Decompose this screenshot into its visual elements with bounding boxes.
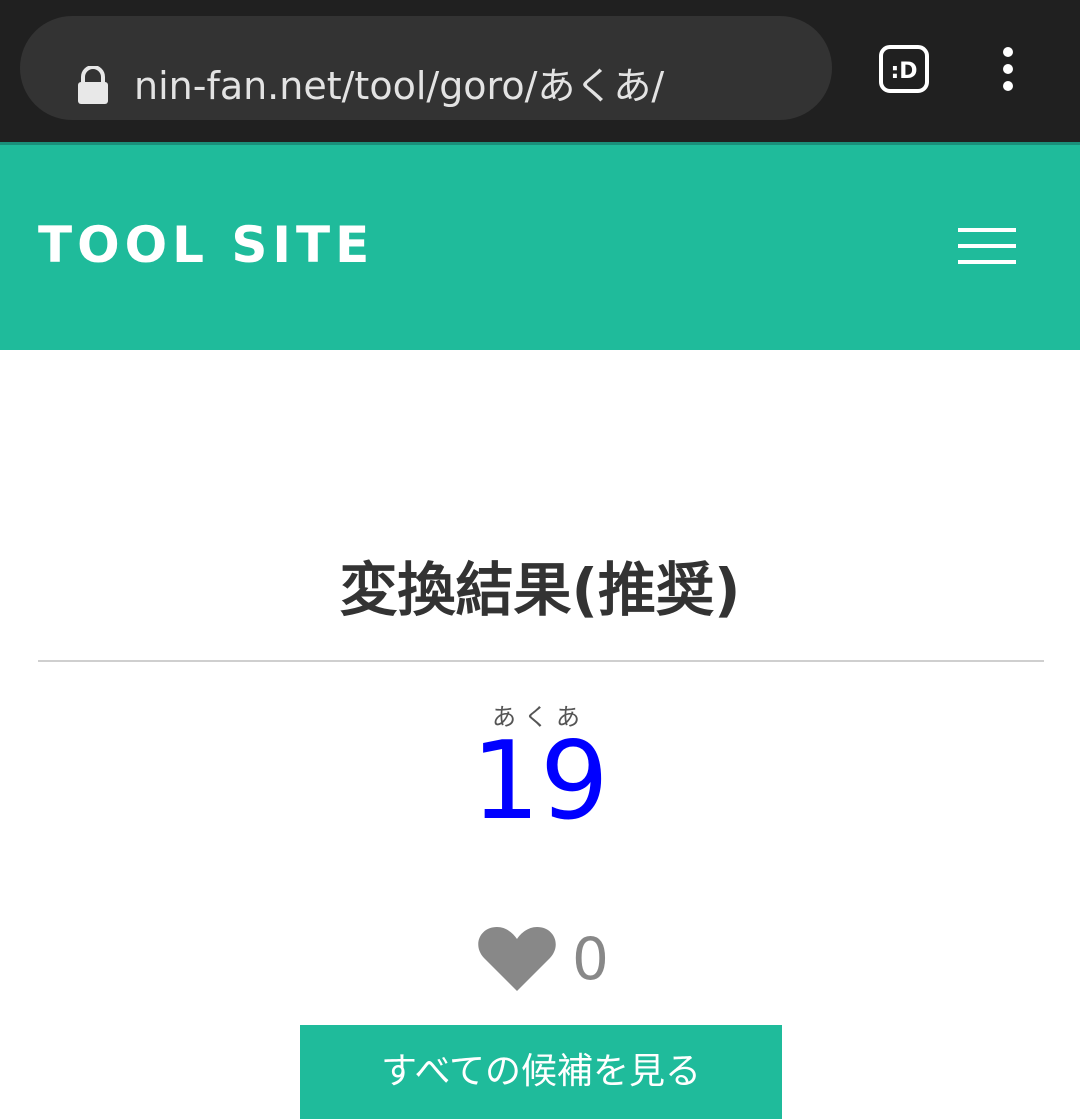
view-all-candidates-button[interactable]: すべての候補を見る — [300, 1025, 782, 1119]
like-row: 0 — [478, 924, 609, 994]
section-title: 変換結果(推奨) — [339, 556, 741, 624]
heart-icon[interactable] — [478, 925, 556, 993]
site-header: TOOL SITE — [0, 142, 1080, 350]
browser-toolbar: nin-fan.net/tool/goro/あくあ/ :D — [0, 0, 1080, 142]
more-vertical-icon[interactable] — [996, 46, 1020, 92]
address-bar[interactable]: nin-fan.net/tool/goro/あくあ/ — [20, 16, 832, 120]
reader-mode-icon[interactable]: :D — [878, 44, 930, 94]
hamburger-icon[interactable] — [958, 225, 1016, 267]
divider — [38, 660, 1044, 662]
like-count: 0 — [572, 925, 609, 993]
url-text[interactable]: nin-fan.net/tool/goro/あくあ/ — [134, 56, 664, 116]
result-number: 19 — [471, 719, 609, 844]
lock-icon — [78, 66, 108, 104]
main-content: 変換結果(推奨) あくあ 19 0 すべての候補を見る — [0, 350, 1080, 1119]
svg-text::D: :D — [890, 59, 917, 84]
site-title[interactable]: TOOL SITE — [38, 213, 374, 277]
